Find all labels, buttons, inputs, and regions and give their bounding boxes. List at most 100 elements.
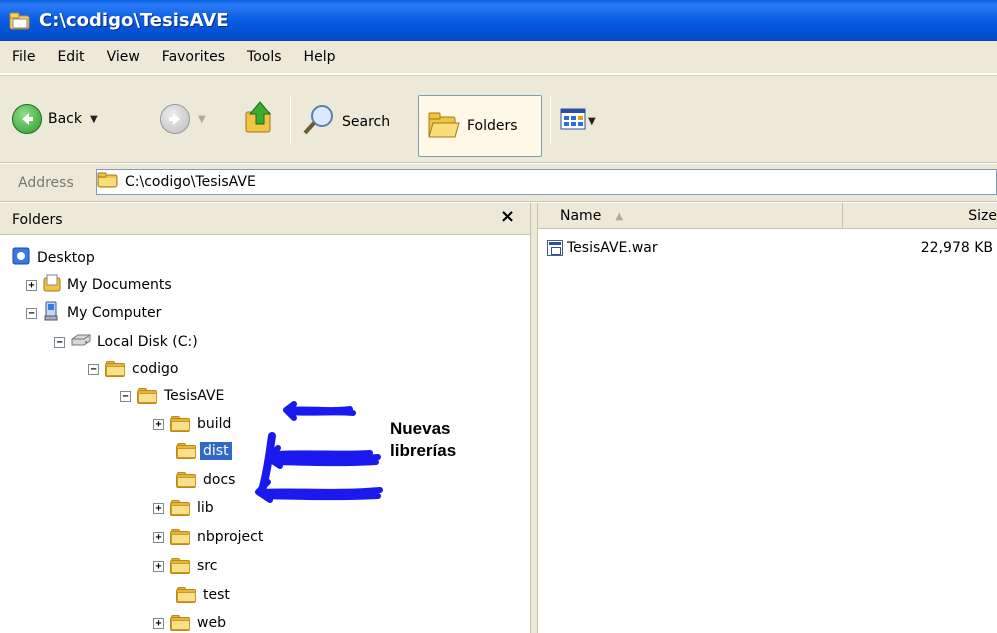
tree-item-web[interactable]: + web	[153, 611, 229, 633]
folders-label: Folders	[467, 118, 518, 134]
expand-icon[interactable]: +	[153, 418, 164, 430]
tree-item-test[interactable]: test	[176, 583, 233, 607]
tree-item-label: nbproject	[197, 529, 264, 545]
tree-item-tesisave[interactable]: − TesisAVE	[120, 384, 227, 408]
folder-icon	[97, 172, 119, 192]
tree-item-lib[interactable]: + lib	[153, 496, 217, 520]
toolbar: Back ▼ ▼ Search Folders ▼	[0, 75, 997, 163]
search-button[interactable]: Search	[302, 104, 390, 140]
forward-arrow-icon	[160, 104, 190, 134]
tree-item-label: Local Disk (C:)	[97, 334, 198, 350]
collapse-icon[interactable]: −	[120, 390, 131, 402]
tree-item-build[interactable]: + build	[153, 412, 234, 436]
menu-favorites[interactable]: Favorites	[151, 49, 236, 65]
window-title: C:\codigo\TesisAVE	[39, 10, 229, 31]
folders-button[interactable]: Folders	[418, 95, 542, 157]
computer-icon	[43, 301, 61, 325]
menu-tools[interactable]: Tools	[236, 49, 293, 65]
back-label: Back	[48, 111, 82, 127]
up-folder-icon	[244, 100, 276, 138]
file-list-pane: Name ▲ Size TesisAVE.war 22,978 KB	[538, 203, 997, 633]
folder-open-icon	[176, 442, 198, 460]
column-header-size[interactable]: Size	[844, 203, 997, 229]
sort-ascending-icon: ▲	[615, 210, 624, 222]
folder-icon	[170, 614, 192, 632]
back-button[interactable]: Back ▼	[12, 104, 98, 134]
tree-item-desktop[interactable]: Desktop	[12, 246, 98, 270]
file-row[interactable]: TesisAVE.war 22,978 KB	[538, 237, 997, 259]
hand-drawn-arrows	[255, 401, 383, 503]
folders-pane-title: Folders	[12, 212, 63, 228]
up-folder-button[interactable]	[244, 100, 276, 138]
folders-icon	[427, 109, 461, 143]
folder-icon	[170, 499, 192, 517]
collapse-icon[interactable]: −	[88, 363, 99, 375]
expand-icon[interactable]: +	[153, 531, 164, 543]
folder-open-icon	[137, 387, 159, 405]
tree-item-label: My Documents	[67, 277, 172, 293]
address-value: C:\codigo\TesisAVE	[125, 174, 256, 190]
war-file-icon	[547, 240, 563, 256]
search-label: Search	[342, 114, 391, 130]
tree-item-src[interactable]: + src	[153, 554, 220, 578]
expand-icon[interactable]: +	[153, 560, 164, 572]
hard-drive-icon	[70, 333, 92, 351]
back-dropdown-icon[interactable]: ▼	[90, 114, 98, 125]
folder-icon	[105, 360, 127, 378]
folder-icon	[176, 586, 198, 604]
tree-item-local-disk[interactable]: − Local Disk (C:)	[54, 330, 201, 354]
title-bar: C:\codigo\TesisAVE	[0, 0, 997, 41]
expand-icon[interactable]: +	[26, 279, 37, 291]
my-documents-icon	[43, 274, 61, 296]
expand-icon[interactable]: +	[153, 502, 164, 514]
views-dropdown-icon[interactable]: ▼	[588, 116, 596, 127]
forward-dropdown-icon: ▼	[198, 113, 206, 125]
address-label: Address	[18, 175, 74, 191]
address-bar: Address C:\codigo\TesisAVE	[0, 164, 997, 202]
tree-item-label: codigo	[132, 361, 179, 377]
tree-item-codigo[interactable]: − codigo	[88, 357, 182, 381]
close-icon[interactable]: ×	[500, 206, 515, 227]
tree-item-label: Desktop	[37, 250, 95, 266]
tree-item-label: web	[197, 615, 226, 631]
folder-icon	[170, 528, 192, 546]
tree-item-label: lib	[197, 500, 214, 516]
menu-bar: File Edit View Favorites Tools Help	[0, 41, 997, 74]
folders-pane-header: Folders ×	[0, 203, 530, 235]
collapse-icon[interactable]: −	[54, 336, 65, 348]
folder-icon	[170, 557, 192, 575]
tree-item-label: test	[203, 587, 230, 603]
annotation-label: Nuevas librerías	[390, 418, 456, 462]
tree-item-my-computer[interactable]: − My Computer	[26, 301, 164, 325]
pane-splitter[interactable]	[530, 203, 538, 633]
tree-item-dist[interactable]: dist	[176, 439, 232, 463]
desktop-icon	[12, 247, 30, 269]
collapse-icon[interactable]: −	[26, 307, 37, 319]
file-size: 22,978 KB	[920, 240, 993, 256]
tree-item-label: src	[197, 558, 218, 574]
tree-item-label: dist	[200, 442, 232, 460]
views-grid-icon	[560, 108, 586, 134]
views-button[interactable]: ▼	[560, 108, 596, 134]
tree-item-label: docs	[203, 472, 236, 488]
tree-item-nbproject[interactable]: + nbproject	[153, 525, 266, 549]
forward-button[interactable]: ▼	[160, 104, 206, 134]
list-header: Name ▲ Size	[538, 203, 997, 229]
column-header-name[interactable]: Name ▲	[538, 203, 843, 229]
menu-help[interactable]: Help	[293, 49, 347, 65]
column-name-label: Name	[560, 208, 602, 224]
tree-item-label: build	[197, 416, 232, 432]
annotation-line-1: Nuevas	[390, 419, 451, 438]
tree-item-docs[interactable]: docs	[176, 468, 238, 492]
expand-icon[interactable]: +	[153, 617, 164, 629]
address-input[interactable]: C:\codigo\TesisAVE	[96, 169, 997, 195]
file-name: TesisAVE.war	[567, 240, 658, 256]
magnifier-icon	[302, 104, 336, 140]
tree-item-label: My Computer	[67, 305, 162, 321]
menu-file[interactable]: File	[0, 49, 46, 65]
tree-item-label: TesisAVE	[164, 388, 225, 404]
tree-item-my-documents[interactable]: + My Documents	[26, 273, 175, 297]
menu-edit[interactable]: Edit	[46, 49, 95, 65]
folder-window-icon	[9, 12, 31, 30]
menu-view[interactable]: View	[96, 49, 151, 65]
